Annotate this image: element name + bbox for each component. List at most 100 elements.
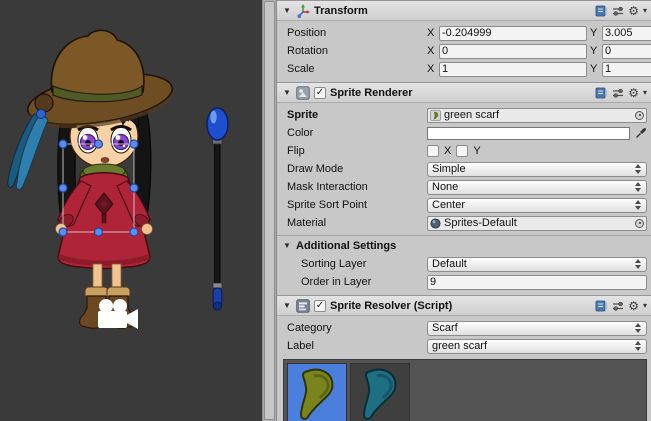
help-book-icon[interactable] — [595, 300, 608, 312]
transform-header[interactable]: ▼ Transform ⚙ ▾ — [277, 0, 651, 21]
component-title: Sprite Renderer — [330, 87, 413, 99]
scrollbar-thumb[interactable] — [264, 1, 275, 420]
draw-mode-value: Simple — [432, 163, 631, 175]
category-dropdown[interactable]: Scarf — [427, 321, 647, 336]
inspector-scrollbar[interactable] — [262, 0, 277, 421]
scale-y-input[interactable] — [602, 62, 651, 77]
axis-x-label: X — [427, 45, 436, 57]
foldout-icon[interactable]: ▼ — [283, 242, 292, 250]
component-title: Sprite Resolver (Script) — [330, 300, 452, 312]
gear-icon[interactable]: ⚙ — [628, 300, 639, 312]
label-value: green scarf — [432, 340, 631, 352]
sprite-object-field[interactable]: green scarf — [427, 108, 647, 123]
flip-x-checkbox[interactable] — [427, 145, 439, 157]
dropdown-arrows-icon — [635, 323, 642, 333]
selection-handle[interactable] — [59, 184, 67, 192]
material-row: Material Sprites-Default — [287, 214, 647, 232]
material-object-field[interactable]: Sprites-Default — [427, 216, 647, 231]
axis-x-label: X — [427, 27, 436, 39]
mask-interaction-row: Mask Interaction None — [287, 178, 647, 196]
help-book-icon[interactable] — [595, 5, 608, 17]
position-label: Position — [287, 27, 427, 39]
rotation-x-input[interactable] — [439, 44, 587, 59]
additional-settings-title: Additional Settings — [296, 240, 396, 252]
sprite-thumbnail-green-scarf[interactable] — [287, 363, 347, 421]
label-dropdown[interactable]: green scarf — [427, 339, 647, 354]
selection-handle[interactable] — [95, 228, 103, 236]
material-sphere-icon — [430, 218, 441, 229]
selection-handle[interactable] — [59, 228, 67, 236]
foldout-icon[interactable]: ▼ — [283, 7, 292, 15]
draw-mode-label: Draw Mode — [287, 163, 427, 175]
context-menu-arrow-icon[interactable]: ▾ — [643, 89, 647, 97]
rotation-row: Rotation X Y Z — [287, 42, 647, 60]
unity-window: ▼ Transform ⚙ ▾ — [0, 0, 651, 421]
object-picker-icon[interactable] — [635, 219, 644, 228]
mask-interaction-label: Mask Interaction — [287, 181, 427, 193]
staff-sprite[interactable] — [207, 108, 228, 310]
sprite-object-name: green scarf — [444, 109, 632, 121]
sprite-renderer-icon — [296, 86, 310, 100]
context-menu-arrow-icon[interactable]: ▾ — [643, 7, 647, 15]
draw-mode-row: Draw Mode Simple — [287, 160, 647, 178]
sprite-resolver-header[interactable]: ▼ ✓ Sprite Resolver (Script) ⚙ ▾ — [277, 295, 651, 316]
help-book-icon[interactable] — [595, 87, 608, 99]
gear-icon[interactable]: ⚙ — [628, 87, 639, 99]
label-label: Label — [287, 340, 427, 352]
sorting-layer-dropdown[interactable]: Default — [427, 257, 647, 272]
order-in-layer-row: Order in Layer — [287, 273, 647, 291]
character-sprite[interactable] — [8, 30, 177, 328]
color-swatch[interactable] — [427, 127, 630, 140]
transform-body: Position X Y Z Rotation X Y Z — [277, 21, 651, 82]
scale-label: Scale — [287, 63, 427, 75]
category-row: Category Scarf — [287, 319, 647, 337]
axis-x-label: X — [427, 63, 436, 75]
label-row: Label green scarf — [287, 337, 647, 355]
foldout-icon[interactable]: ▼ — [283, 89, 292, 97]
flip-row: Flip X Y — [287, 142, 647, 160]
position-y-input[interactable] — [602, 26, 651, 41]
sprite-thumb-icon — [430, 110, 441, 121]
sorting-layer-value: Default — [432, 258, 631, 270]
sprite-resolver-icon — [296, 299, 310, 313]
dropdown-arrows-icon — [635, 182, 642, 192]
draw-mode-dropdown[interactable]: Simple — [427, 162, 647, 177]
mask-interaction-dropdown[interactable]: None — [427, 180, 647, 195]
selection-handle[interactable] — [130, 228, 138, 236]
additional-settings-foldout[interactable]: ▼ Additional Settings — [283, 237, 647, 255]
eyedropper-icon[interactable] — [635, 127, 647, 139]
sprite-renderer-header[interactable]: ▼ ✓ Sprite Renderer ⚙ ▾ — [277, 82, 651, 103]
scale-row: Scale X Y Z — [287, 60, 647, 78]
component-enabled-checkbox[interactable]: ✓ — [314, 87, 326, 99]
sprite-sort-point-dropdown[interactable]: Center — [427, 198, 647, 213]
position-x-input[interactable] — [439, 26, 587, 41]
object-picker-icon[interactable] — [635, 111, 644, 120]
scene-view[interactable] — [0, 0, 262, 421]
preset-icon[interactable] — [612, 5, 624, 17]
selection-handle[interactable] — [95, 140, 103, 148]
dropdown-arrows-icon — [635, 259, 642, 269]
sprite-sort-point-value: Center — [432, 199, 631, 211]
component-title: Transform — [314, 5, 368, 17]
selection-handle[interactable] — [59, 140, 67, 148]
category-value: Scarf — [432, 322, 631, 334]
sprite-sort-point-row: Sprite Sort Point Center — [287, 196, 647, 214]
flip-x-label: X — [444, 145, 451, 157]
rotation-label: Rotation — [287, 45, 427, 57]
selection-handle[interactable] — [130, 184, 138, 192]
foldout-icon[interactable]: ▼ — [283, 302, 292, 310]
sprite-thumbnail-teal-scarf[interactable] — [350, 363, 410, 421]
material-object-name: Sprites-Default — [444, 217, 632, 229]
order-in-layer-input[interactable] — [427, 275, 647, 290]
gear-icon[interactable]: ⚙ — [628, 5, 639, 17]
flip-y-checkbox[interactable] — [456, 145, 468, 157]
scale-x-input[interactable] — [439, 62, 587, 77]
selection-handle[interactable] — [130, 140, 138, 148]
component-enabled-checkbox[interactable]: ✓ — [314, 300, 326, 312]
camera-gizmo-icon[interactable] — [98, 299, 138, 329]
rotation-y-input[interactable] — [602, 44, 651, 59]
preset-icon[interactable] — [612, 87, 624, 99]
dropdown-arrows-icon — [635, 164, 642, 174]
preset-icon[interactable] — [612, 300, 624, 312]
context-menu-arrow-icon[interactable]: ▾ — [643, 302, 647, 310]
